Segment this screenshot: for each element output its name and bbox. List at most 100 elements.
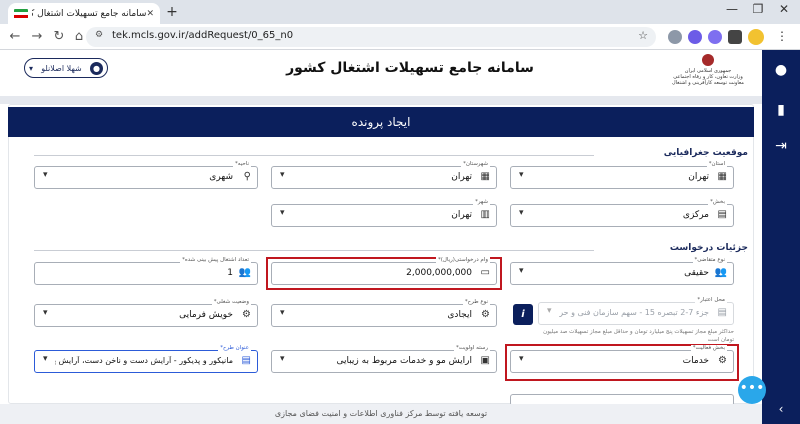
form-banner: ایجاد پرونده	[8, 107, 754, 137]
back-icon[interactable]: ←	[6, 29, 24, 44]
field-label: عنوان طرح*	[218, 345, 251, 351]
extension-ai-icon[interactable]	[708, 30, 722, 44]
project-title-select[interactable]: عنوان طرح* ▤ مانیکور و پدیکور - آرایش دس…	[34, 345, 258, 373]
field-value: ایجادی	[447, 310, 472, 320]
user-menu-button[interactable]: ● شهلا اصلانلو ▾	[24, 58, 108, 78]
field-value: 2,000,000,000	[406, 268, 472, 278]
district-select[interactable]: بخش* ▤ مرکزی ▾	[510, 199, 734, 227]
city-select[interactable]: شهر* ▥ تهران ▾	[271, 199, 497, 227]
activity-sector-select[interactable]: بخش فعالیت* ⚙ خدمات ▾	[510, 345, 734, 373]
priority-field-select[interactable]: رسته اولویت* ▣ آرایش مو و خدمات مربوط به…	[271, 345, 497, 373]
new-tab-button[interactable]: +	[164, 4, 180, 20]
area-select[interactable]: ناحیه* ⚲ شهری ▾	[34, 161, 258, 189]
field-label: شهرستان*	[461, 161, 490, 167]
bookmark-star-icon[interactable]: ☆	[638, 29, 648, 42]
chevron-down-icon: ▾	[280, 170, 285, 180]
loan-amount-input[interactable]: وام درخواستی(ریال)* ▭ 2,000,000,000	[271, 257, 497, 285]
chevron-down-icon: ▾	[280, 208, 285, 218]
field-label: وام درخواستی(ریال)*	[436, 257, 490, 263]
jobs-count-input[interactable]: تعداد اشتغال پیش بینی شده* 👥 1	[34, 257, 258, 285]
browser-tab[interactable]: سامانه جامع تسهیلات اشتغال کش... ✕	[8, 3, 160, 24]
extension-shield-icon[interactable]	[668, 30, 682, 44]
field-value: مانیکور و پدیکور - آرایش دست و ناخن دست،…	[55, 356, 233, 365]
chevron-down-icon: ▾	[43, 170, 48, 180]
field-value: حقیقی	[684, 268, 709, 278]
gear-icon: ⚙	[242, 309, 251, 320]
extensions-puzzle-icon[interactable]	[728, 30, 742, 44]
province-select[interactable]: استان* ▦ تهران ▾	[510, 161, 734, 189]
money-icon: ▭	[480, 267, 490, 278]
reload-icon[interactable]: ↻	[50, 29, 68, 44]
gear-icon: ⚙	[481, 309, 490, 320]
section-divider	[34, 155, 594, 156]
sidebar-logout-icon[interactable]: ⇥	[772, 138, 790, 156]
building-icon: ▤	[717, 209, 727, 220]
field-label: وضعیت شغلی*	[211, 299, 251, 305]
minimize-icon[interactable]: —	[722, 2, 742, 16]
employment-status-select[interactable]: وضعیت شغلی* ⚙ خویش فرمایی ▾	[34, 299, 258, 327]
field-label: بخش فعالیت*	[690, 345, 727, 351]
restore-icon[interactable]: ❐	[748, 2, 768, 16]
field-label: ناحیه*	[233, 161, 251, 167]
credit-note: حداکثر مبلغ مجاز تسهیلات پنج میلیارد توم…	[543, 329, 734, 343]
section-divider	[34, 250, 594, 251]
chat-fab-button[interactable]: •••	[738, 376, 766, 404]
chevron-down-icon: ▾	[519, 266, 524, 276]
ministry-logo: جمهوری اسلامی ایران وزارت تعاون، کار و ر…	[672, 54, 744, 92]
clipboard-icon: ▣	[480, 355, 490, 366]
forward-icon[interactable]: →	[28, 29, 46, 44]
field-label: نوع متقاضی*	[692, 257, 727, 263]
sidebar-collapse-icon[interactable]: ‹	[772, 402, 790, 420]
extension-purple-icon[interactable]	[688, 30, 702, 44]
close-window-icon[interactable]: ✕	[774, 2, 794, 16]
field-value: شهری	[209, 172, 233, 182]
field-value: تهران	[688, 172, 709, 182]
iran-flag-icon	[14, 8, 28, 19]
browser-menu-icon[interactable]: ⋮	[776, 29, 788, 43]
sidebar-profile-icon[interactable]: ●	[772, 62, 790, 80]
field-label: رسته اولویت*	[453, 345, 490, 351]
field-label: بخش*	[708, 199, 727, 205]
section-geo-title: موقعیت جغرافیایی	[663, 148, 748, 158]
field-value: آرایش مو و خدمات مربوط به زیبایی	[336, 356, 472, 366]
field-value: خویش فرمایی	[179, 310, 233, 320]
credit-source-select[interactable]: محل اعتبار* ▤ جزء 7-2 تبصره 15 - سهم ساز…	[538, 297, 734, 325]
chevron-down-icon: ▾	[547, 306, 552, 316]
site-info-icon[interactable]: ⚙	[95, 30, 103, 40]
field-label: استان*	[706, 161, 727, 167]
field-label: محل اعتبار*	[695, 297, 727, 303]
profile-avatar[interactable]	[748, 29, 764, 45]
url-field[interactable]: ⚙ tek.mcls.gov.ir/addRequest/0_65_n0 ☆	[86, 27, 656, 47]
document-icon: ▤	[241, 355, 251, 366]
emblem-icon	[702, 54, 714, 66]
section-request-title: جزئیات درخواست	[669, 243, 748, 253]
tab-title: سامانه جامع تسهیلات اشتغال کش...	[32, 8, 147, 19]
users-group-icon: 👥	[238, 267, 251, 278]
chevron-down-icon: ▾	[43, 308, 48, 318]
url-text: tek.mcls.gov.ir/addRequest/0_65_n0	[112, 30, 294, 41]
close-tab-icon[interactable]: ✕	[146, 9, 154, 19]
field-value: تهران	[451, 210, 472, 220]
gear-icon: ⚙	[718, 355, 727, 366]
city-buildings-icon: ▦	[717, 171, 727, 182]
chevron-down-icon: ▾	[29, 63, 34, 73]
chevron-down-icon: ▾	[519, 354, 524, 364]
plan-type-select[interactable]: نوع طرح* ⚙ ایجادی ▾	[271, 299, 497, 327]
sidebar-clipboard-icon[interactable]: ▮	[772, 102, 790, 120]
field-label: شهر*	[473, 199, 490, 205]
page-footer: توسعه یافته توسط مرکز فناوری اطلاعات و ا…	[0, 404, 762, 424]
field-value: جزء 7-2 تبصره 15 - سهم سازمان فنی و حرفه…	[559, 308, 709, 317]
applicant-type-select[interactable]: نوع متقاضی* 👥 حقیقی ▾	[510, 257, 734, 285]
info-button[interactable]: i	[513, 304, 533, 325]
skyscraper-icon: ▥	[480, 209, 490, 220]
chevron-down-icon: ▾	[519, 170, 524, 180]
map-pin-icon: ⚲	[243, 171, 251, 182]
user-avatar-icon: ●	[90, 61, 103, 75]
user-name: شهلا اصلانلو	[41, 63, 82, 73]
app-title: سامانه جامع تسهیلات اشتغال کشور	[286, 60, 534, 76]
field-value: تهران	[451, 172, 472, 182]
header-separator	[0, 96, 762, 104]
county-select[interactable]: شهرستان* ▦ تهران ▾	[271, 161, 497, 189]
field-label: تعداد اشتغال پیش بینی شده*	[180, 257, 251, 263]
logo-line: معاونت توسعه کارآفرینی و اشتغال	[672, 80, 744, 86]
